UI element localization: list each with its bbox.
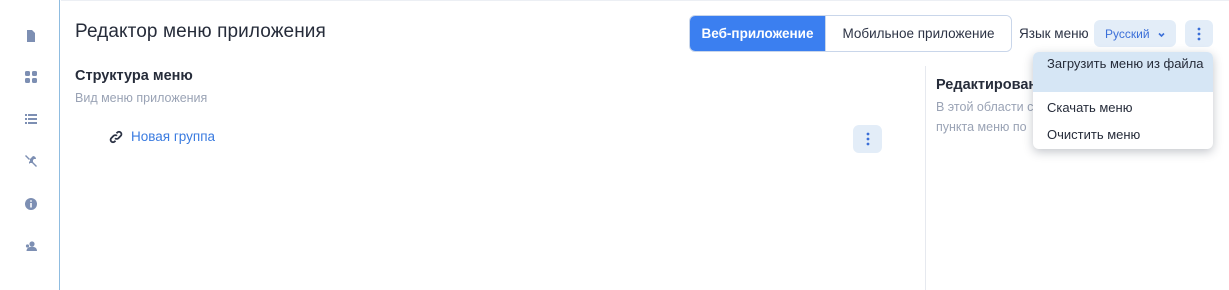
link-icon: [109, 130, 123, 143]
more-options-button[interactable]: [1185, 20, 1213, 47]
main-panel: Редактор меню приложения Веб-приложение …: [61, 0, 1229, 290]
chevron-down-icon: [1157, 28, 1166, 38]
sidebar: [0, 0, 60, 290]
kebab-icon: [1197, 27, 1201, 40]
kebab-icon: [866, 132, 869, 146]
info-icon[interactable]: [22, 195, 40, 213]
tab-web-app[interactable]: Веб-приложение: [690, 16, 825, 51]
language-select[interactable]: Русский: [1094, 20, 1176, 47]
grid-icon[interactable]: [22, 68, 40, 86]
options-dropdown: Загрузить меню из файла Скачать меню Очи…: [1033, 52, 1213, 149]
menu-group-item[interactable]: Новая группа: [109, 129, 215, 144]
language-label: Язык меню: [1019, 26, 1089, 41]
group-options-button[interactable]: [853, 125, 882, 153]
menu-item-download[interactable]: Скачать меню: [1033, 97, 1213, 119]
menu-group-label: Новая группа: [131, 129, 216, 144]
page-title: Редактор меню приложения: [75, 21, 326, 42]
users-icon[interactable]: [22, 237, 40, 255]
editor-title: Редактирован: [936, 77, 1038, 93]
tab-mobile-app[interactable]: Мобильное приложение: [825, 16, 1011, 51]
list-icon[interactable]: [22, 110, 40, 128]
language-value: Русский: [1105, 26, 1150, 41]
document-icon[interactable]: [22, 27, 40, 45]
menu-item-clear[interactable]: Очистить меню: [1033, 124, 1213, 146]
panel-divider: [925, 66, 926, 290]
app-type-switch: Веб-приложение Мобильное приложение: [689, 15, 1012, 52]
tools-icon[interactable]: [22, 152, 40, 170]
menu-item-upload-from-file[interactable]: Загрузить меню из файла: [1033, 52, 1213, 92]
structure-subtitle: Вид меню приложения: [75, 91, 208, 105]
structure-title: Структура меню: [75, 68, 193, 84]
